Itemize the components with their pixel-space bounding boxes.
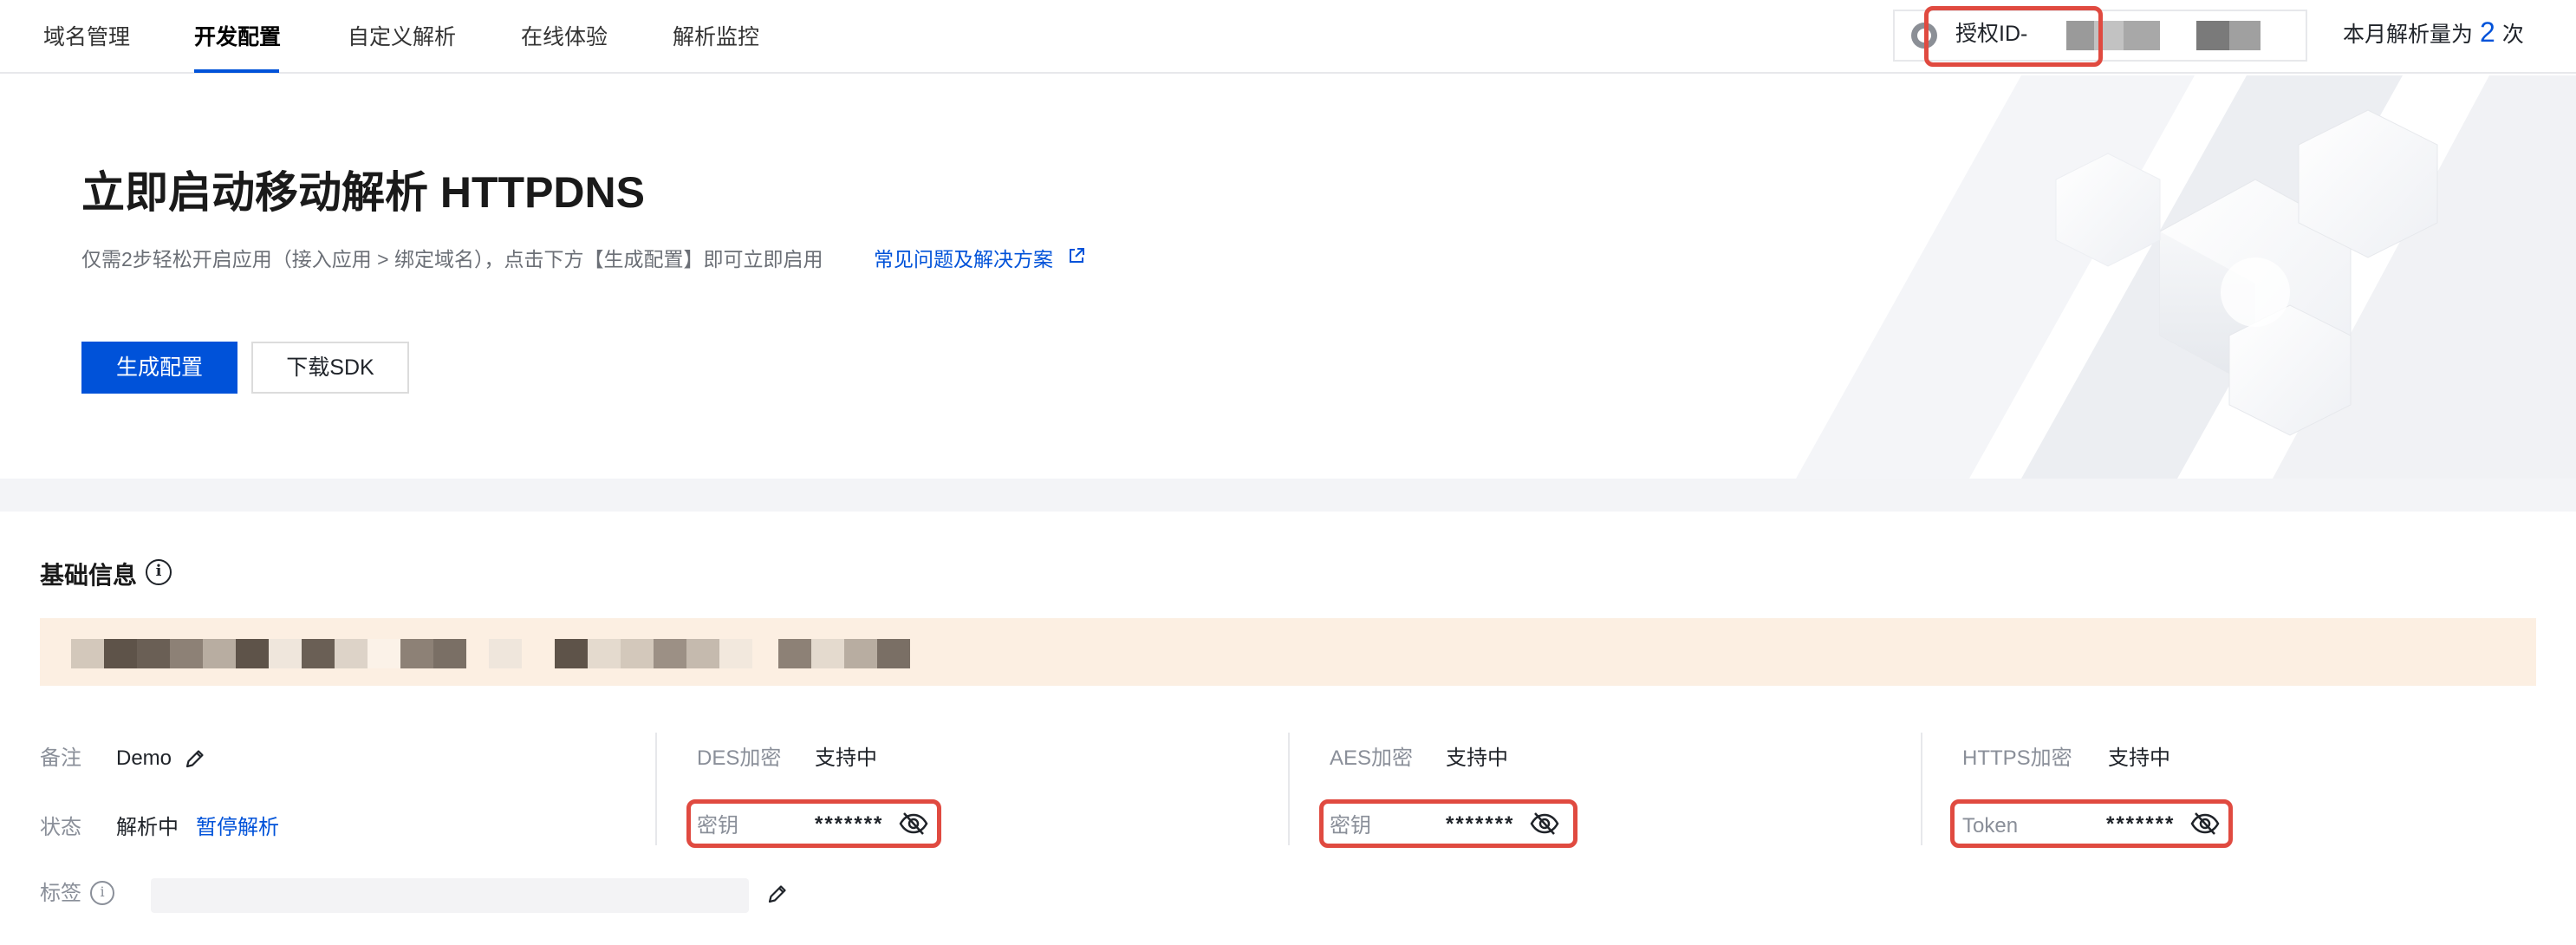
des-key-value: ******* [815, 812, 884, 836]
redacted-auth-id [2124, 21, 2160, 50]
status-value: 解析中 [116, 816, 179, 839]
tab-online-trial[interactable]: 在线体验 [521, 23, 608, 52]
des-key-label: 密钥 [697, 814, 738, 837]
tab-resolution-monitor[interactable]: 解析监控 [673, 23, 759, 52]
status-label: 状态 [40, 816, 81, 839]
monthly-usage: 本月解析量为 2 次 [2343, 17, 2524, 49]
edit-tags-pencil-icon[interactable] [766, 883, 789, 905]
tab-domain-management[interactable]: 域名管理 [43, 23, 130, 52]
tab-dev-config[interactable]: 开发配置 [194, 23, 281, 52]
redacted-auth-id [2229, 21, 2261, 50]
redacted-tag-list[interactable] [151, 878, 749, 913]
des-key-eye-off-icon[interactable] [898, 811, 929, 837]
usage-suffix: 次 [2501, 23, 2524, 47]
generate-config-button[interactable]: 生成配置 [81, 342, 237, 394]
https-label: HTTPS加密 [1962, 746, 2072, 770]
tab-custom-resolution[interactable]: 自定义解析 [348, 23, 456, 52]
redacted-auth-id [2196, 21, 2229, 50]
info-icon[interactable] [146, 559, 172, 585]
column-divider [655, 733, 657, 845]
usage-count: 2 [2480, 16, 2495, 48]
section-divider [0, 479, 2576, 512]
download-sdk-button[interactable]: 下载SDK [251, 342, 409, 394]
hero-subtitle: 仅需2步轻松开启应用（接入应用 > 绑定域名），点击下方【生成配置】即可立即启用 [81, 248, 823, 270]
column-divider [1921, 733, 1922, 845]
aes-key-value: ******* [1446, 812, 1515, 836]
usage-prefix: 本月解析量为 [2343, 23, 2474, 47]
tag-label: 标签 [40, 882, 81, 905]
tag-info-icon[interactable] [90, 881, 114, 905]
redacted-banner [40, 618, 2536, 686]
aes-key-eye-off-icon[interactable] [1529, 811, 1560, 837]
https-token-value: ******* [2106, 812, 2176, 836]
https-token-eye-off-icon[interactable] [2189, 811, 2221, 837]
external-link-icon[interactable] [1068, 247, 1085, 264]
basic-info-title: 基础信息 [40, 562, 138, 589]
des-status: 支持中 [815, 746, 877, 770]
column-divider [1288, 733, 1290, 845]
edit-remark-pencil-icon[interactable] [184, 747, 206, 770]
hero-decoration [1796, 75, 2576, 479]
pause-resolution-link[interactable]: 暂停解析 [196, 814, 279, 842]
aes-key-label: 密钥 [1330, 814, 1371, 837]
https-token-label: Token [1962, 814, 2019, 837]
hero-title: 立即启动移动解析 HTTPDNS [81, 168, 645, 217]
active-tab-underline [194, 69, 279, 73]
remark-label: 备注 [40, 746, 81, 770]
remark-value: Demo [116, 746, 172, 770]
auth-id-highlight [1924, 6, 2103, 67]
faq-link[interactable]: 常见问题及解决方案 [874, 243, 1053, 272]
hero-section: 立即启动移动解析 HTTPDNS 仅需2步轻松开启应用（接入应用 > 绑定域名）… [0, 75, 2576, 479]
https-status: 支持中 [2108, 746, 2170, 770]
des-label: DES加密 [697, 746, 782, 770]
aes-label: AES加密 [1330, 746, 1414, 770]
aes-status: 支持中 [1446, 746, 1508, 770]
